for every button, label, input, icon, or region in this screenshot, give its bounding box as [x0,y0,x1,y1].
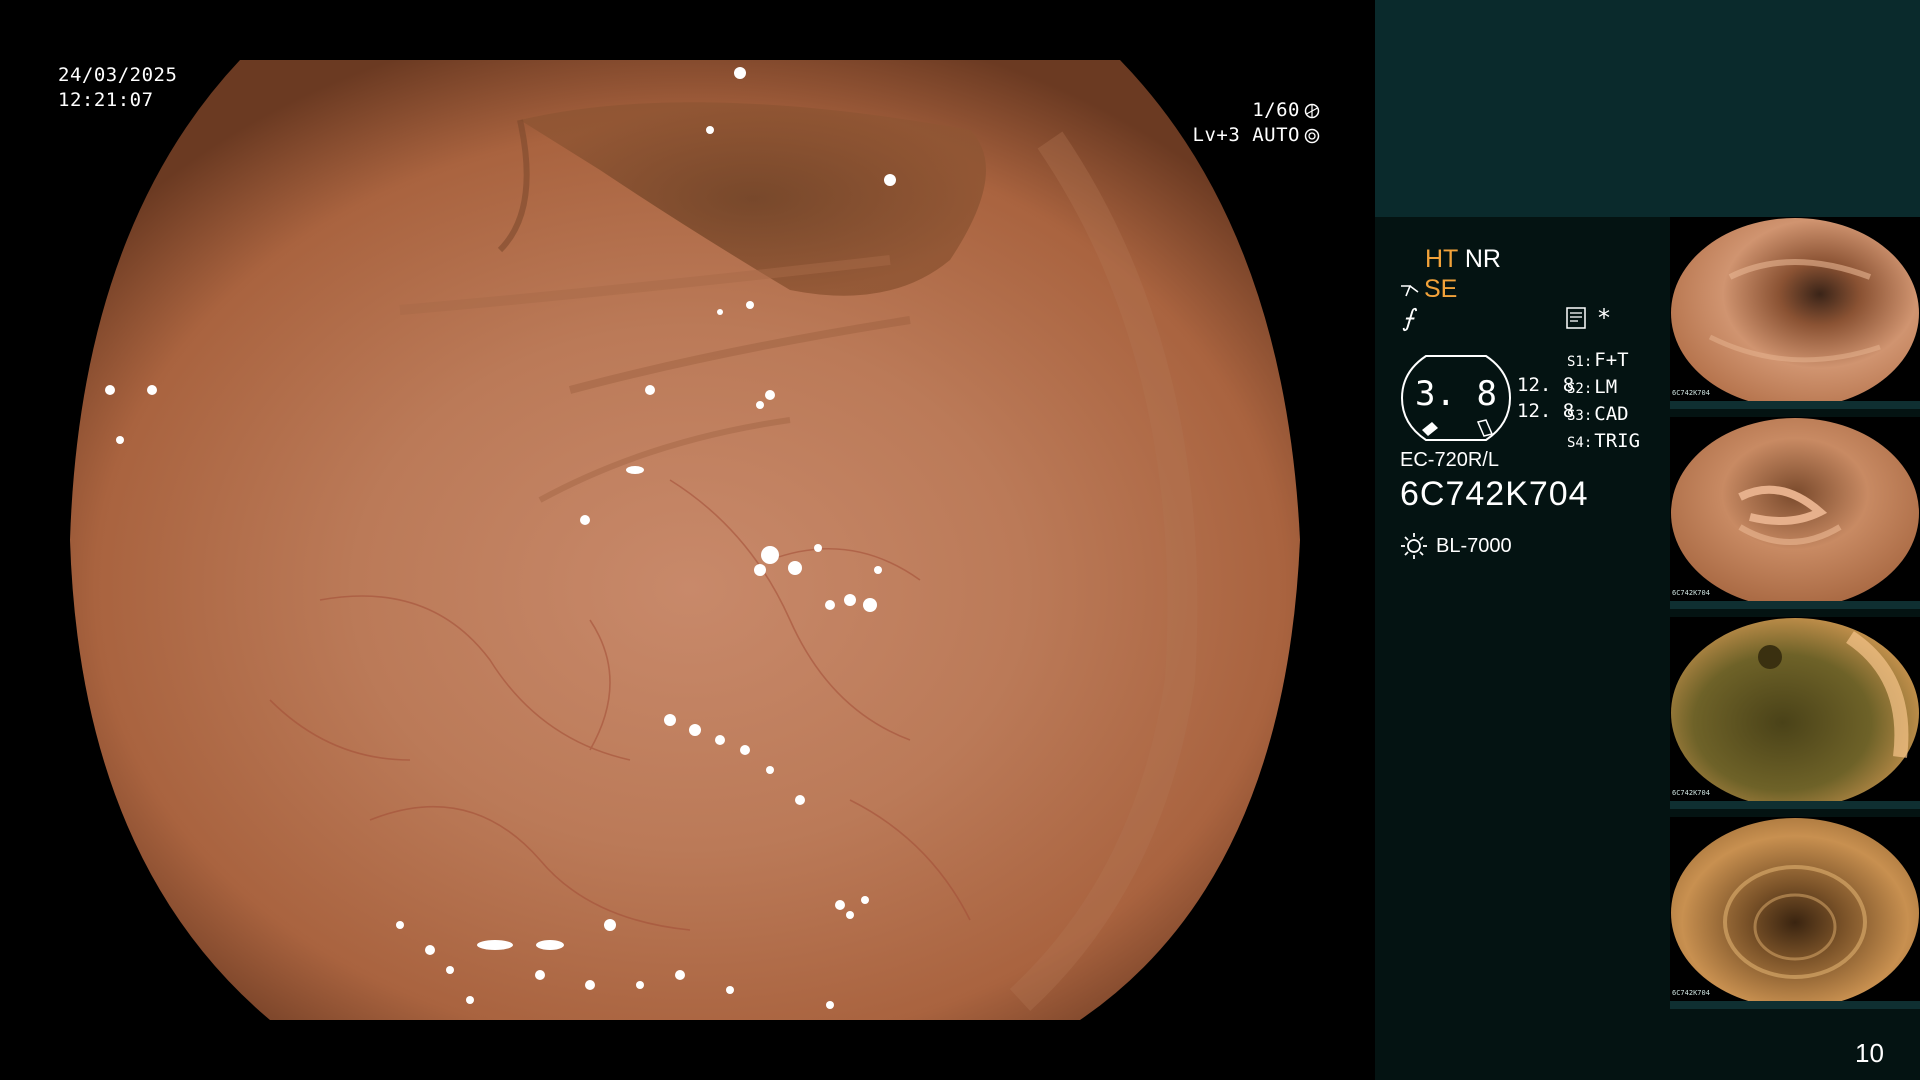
time-label: 12:21:07 [58,89,154,111]
thumbnail-strip-3 [1670,801,1920,809]
se-label: SE [1424,275,1458,303]
exposure-overlay: 1/60 Lv+3 AUTO [1150,98,1320,158]
light-source-icon [1401,533,1427,559]
ht-label: HT [1425,245,1458,273]
gauge-value: 3. 8 [1415,374,1497,414]
thumbnail-strip-1 [1670,401,1920,409]
level-label: Lv+3 AUTO [1192,124,1300,146]
settings-list: S1: F+T S2: LM S3: CAD S4: TRIG [1567,348,1640,456]
thumbnail-image-2 [1671,418,1919,608]
document-icon [1566,307,1586,329]
thumbnail-strip-2 [1670,601,1920,609]
exposure-text: 1/60 Lv+3 AUTO [1193,98,1320,148]
freeze-symbol: ⨍ [1402,305,1415,332]
page-number: 10 [1855,1038,1884,1068]
thumbnail-image-1 [1671,218,1919,408]
aperture-icon [1304,103,1320,118]
gauge-number-top: 12. 8 [1517,374,1575,396]
light-source-label: BL-7000 [1436,534,1512,557]
thumbnail-image-4 [1671,818,1919,1008]
enhance-icon [1401,284,1419,296]
thumbnail-serial-3: 6C742K704 [1672,789,1710,797]
scope-serial: 6C742K704 [1400,475,1589,513]
setting-s3: S3: CAD [1567,403,1629,425]
setting-s1: S1: F+T [1567,349,1629,371]
thumbnail-1[interactable]: 6C742K704 [1670,217,1920,409]
thumbnail-strip-4 [1670,1001,1920,1009]
thumbnail-2[interactable]: 6C742K704 [1670,417,1920,609]
scope-model: EC-720R/L [1400,449,1499,471]
endoscopy-screen: 24/03/2025 12:21:07 1/60 Lv+3 AUTO HT NR… [0,0,1920,1080]
thumbnail-serial-2: 6C742K704 [1672,589,1710,597]
iris-icon [1304,128,1320,143]
star-marker: * [1598,304,1610,332]
se-status: SE [1400,275,1457,304]
shutter-label: 1/60 [1252,99,1300,121]
thumbnail-serial-1: 6C742K704 [1672,389,1710,397]
thumbnail-serial-4: 6C742K704 [1672,989,1710,997]
light-source: BL-7000 [1400,532,1512,560]
nr-label: NR [1464,245,1501,273]
gauge-number-bottom: 12. 8 [1517,400,1575,422]
date-time-overlay: 24/03/2025 12:21:07 [58,63,177,113]
thumbnail-image-3 [1671,618,1919,808]
gauge-numbers: 12. 8 12. 8 [1517,372,1574,424]
header-panel [1375,0,1920,217]
ht-nr-status: HT NR [1425,245,1501,274]
setting-s2: S2: LM [1567,376,1618,398]
level-row: Lv+3 AUTO [1193,123,1320,148]
thumbnail-3[interactable]: 6C742K704 [1670,617,1920,809]
thumbnail-4[interactable]: 6C742K704 [1670,817,1920,1009]
shutter-row: 1/60 [1193,98,1320,123]
date-label: 24/03/2025 [58,64,178,86]
setting-s4: S4: TRIG [1567,430,1641,452]
mucosa-image [70,60,1300,1020]
main-endoscopic-view [70,60,1310,1020]
